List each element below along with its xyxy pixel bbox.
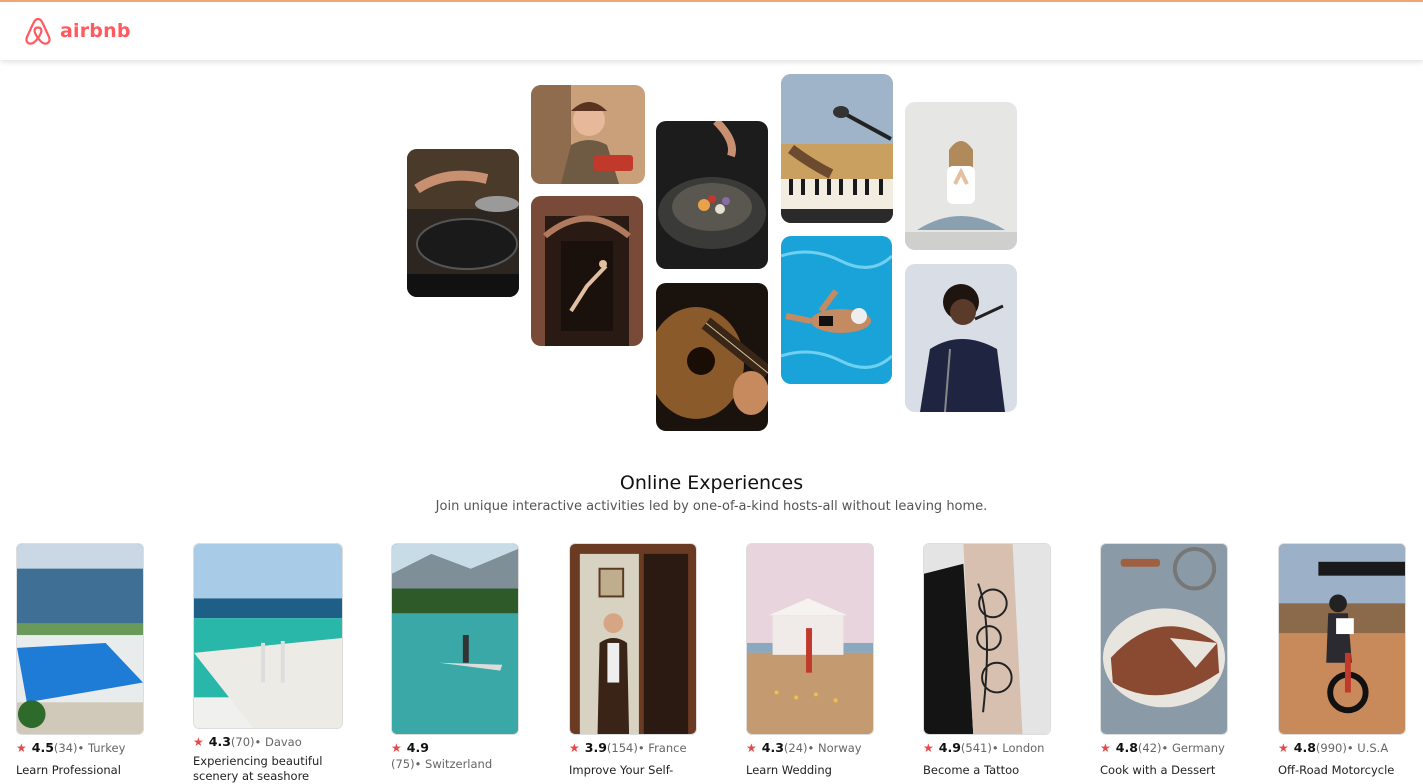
card-photo-pool-turkey[interactable] <box>16 543 144 735</box>
hero-photo-piano-mic <box>781 74 893 223</box>
card-photo-motorcycle[interactable] <box>1278 543 1406 735</box>
star-icon: ★ <box>16 741 27 755</box>
card-title[interactable]: Experiencing beautiful <box>193 754 343 769</box>
card-title[interactable]: Learn Professional <box>16 763 166 778</box>
hero-photo-swimmer <box>781 236 892 384</box>
hero-photo-chef-sushi <box>531 85 645 184</box>
experience-card[interactable]: ★ 4.9 (541) • London Become a Tattoo <box>923 543 1073 778</box>
card-review-count: (990) <box>1315 741 1347 755</box>
card-rating: 4.3 <box>208 734 231 749</box>
card-title[interactable]: Become a Tattoo <box>923 763 1073 778</box>
star-icon: ★ <box>1278 741 1289 755</box>
card-location: • U.S.A <box>1346 741 1389 755</box>
star-icon: ★ <box>193 735 204 749</box>
brand-name: airbnb <box>60 20 131 42</box>
card-review-count: (24) <box>783 741 808 755</box>
card-rating: 4.5 <box>31 740 54 755</box>
experience-card[interactable]: ★ 4.5 (34) • Turkey Learn Professional <box>16 543 166 778</box>
experience-card[interactable]: ★ 4.3 (24) • Norway Learn Wedding <box>746 543 896 778</box>
experience-card[interactable]: ★ 4.8 (42) • Germany Cook with a Dessert <box>1100 543 1250 778</box>
card-location: • London <box>991 741 1045 755</box>
card-location: • Switzerland <box>414 757 493 771</box>
card-review-count: (154) <box>606 741 638 755</box>
star-icon: ★ <box>569 741 580 755</box>
card-review-count: (34) <box>53 741 78 755</box>
card-review-count: (70) <box>230 735 255 749</box>
card-location: • Germany <box>1161 741 1225 755</box>
star-icon: ★ <box>923 741 934 755</box>
card-photo-seashore-pool[interactable] <box>193 543 343 729</box>
experience-card[interactable]: ★ 3.9 (154) • France Improve Your Self- <box>569 543 719 778</box>
hero-photo-dancer-doorway <box>531 196 643 346</box>
card-title[interactable]: Off-Road Motorcycle <box>1278 763 1423 778</box>
card-photo-man-doorway[interactable] <box>569 543 697 735</box>
card-location: • Norway <box>807 741 862 755</box>
card-rating: 4.9 <box>938 740 961 755</box>
card-rating: 4.8 <box>1293 740 1316 755</box>
star-icon: ★ <box>746 741 757 755</box>
section-subtitle: Join unique interactive activities led b… <box>435 499 988 514</box>
card-location: • Turkey <box>77 741 126 755</box>
airbnb-logo-icon <box>25 17 51 45</box>
hero-photo-guitar <box>656 283 768 431</box>
card-title[interactable]: Learn Wedding <box>746 763 896 778</box>
card-rating: 3.9 <box>584 740 607 755</box>
star-icon: ★ <box>391 741 402 755</box>
experience-card[interactable]: ★ 4.9 (75) • Switzerland <box>391 543 541 771</box>
card-location: • Davao <box>254 735 302 749</box>
card-review-count: (42) <box>1137 741 1162 755</box>
card-photo-wedding-beach[interactable] <box>746 543 874 735</box>
experience-card[interactable]: ★ 4.3 (70) • Davao Experiencing beautiful s… <box>193 543 343 784</box>
card-review-count: (75) <box>391 757 415 771</box>
navbar: airbnb <box>0 2 1423 60</box>
card-rating: 4.8 <box>1115 740 1138 755</box>
hero-photo-yoga <box>905 102 1017 250</box>
card-location: • France <box>637 741 687 755</box>
card-title-line2[interactable]: scenery at seashore <box>193 769 343 784</box>
hero-photo-gourmet-bowl <box>656 121 768 269</box>
star-icon: ★ <box>1100 741 1111 755</box>
card-review-count: (541) <box>960 741 992 755</box>
card-title[interactable]: Improve Your Self- <box>569 763 719 778</box>
airbnb-logo[interactable]: airbnb <box>24 16 131 46</box>
hero-photo-cooking-pans <box>407 149 519 297</box>
card-rating: 4.9 <box>406 740 429 755</box>
section-title: Online Experiences <box>619 472 804 494</box>
card-rating: 4.3 <box>761 740 784 755</box>
card-photo-tattoo-arm[interactable] <box>923 543 1051 735</box>
card-title[interactable]: Cook with a Dessert <box>1100 763 1250 778</box>
hero-photo-singer <box>905 264 1017 412</box>
experience-card[interactable]: ★ 4.8 (990) • U.S.A Off-Road Motorcycle <box>1278 543 1423 778</box>
card-photo-lake-paddle[interactable] <box>391 543 519 735</box>
card-photo-dessert-cake[interactable] <box>1100 543 1228 735</box>
